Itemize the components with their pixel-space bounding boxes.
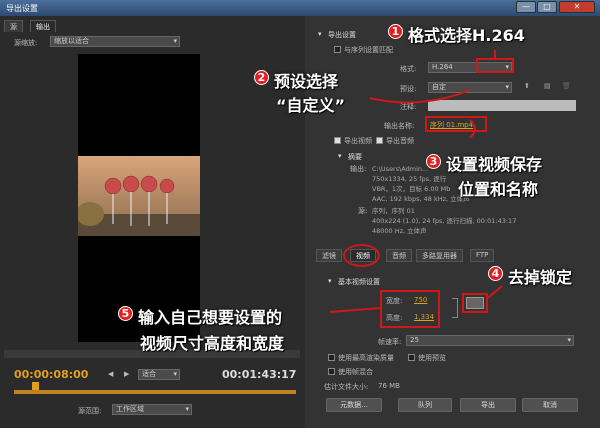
annotation-2-line2: “自定义” (276, 96, 346, 115)
annotation-5-number: 5 (118, 306, 133, 321)
annotation-5-line1: 输入自己想要设置的 (138, 308, 283, 327)
annotation-1-text: 格式选择H.264 (408, 26, 525, 45)
annotation-1-number: 1 (388, 24, 403, 39)
annotation-4-text: 去掉锁定 (508, 268, 573, 287)
annotation-5-line2: 视频尺寸高度和宽度 (140, 334, 285, 353)
annotation-2-line1: 预设选择 (274, 72, 339, 91)
annotation-3-line1: 设置视频保存 (446, 155, 543, 174)
annotation-3-number: 3 (426, 154, 441, 169)
arrow-5 (329, 307, 381, 313)
annotation-2-number: 2 (254, 70, 269, 85)
arrow-3 (469, 119, 476, 139)
arrow-4 (487, 285, 503, 299)
annotation-3-line2: 位置和名称 (458, 180, 539, 199)
annotation-4-number: 4 (488, 266, 503, 281)
arrow-2 (369, 89, 471, 104)
annotation-arrows (329, 50, 503, 313)
